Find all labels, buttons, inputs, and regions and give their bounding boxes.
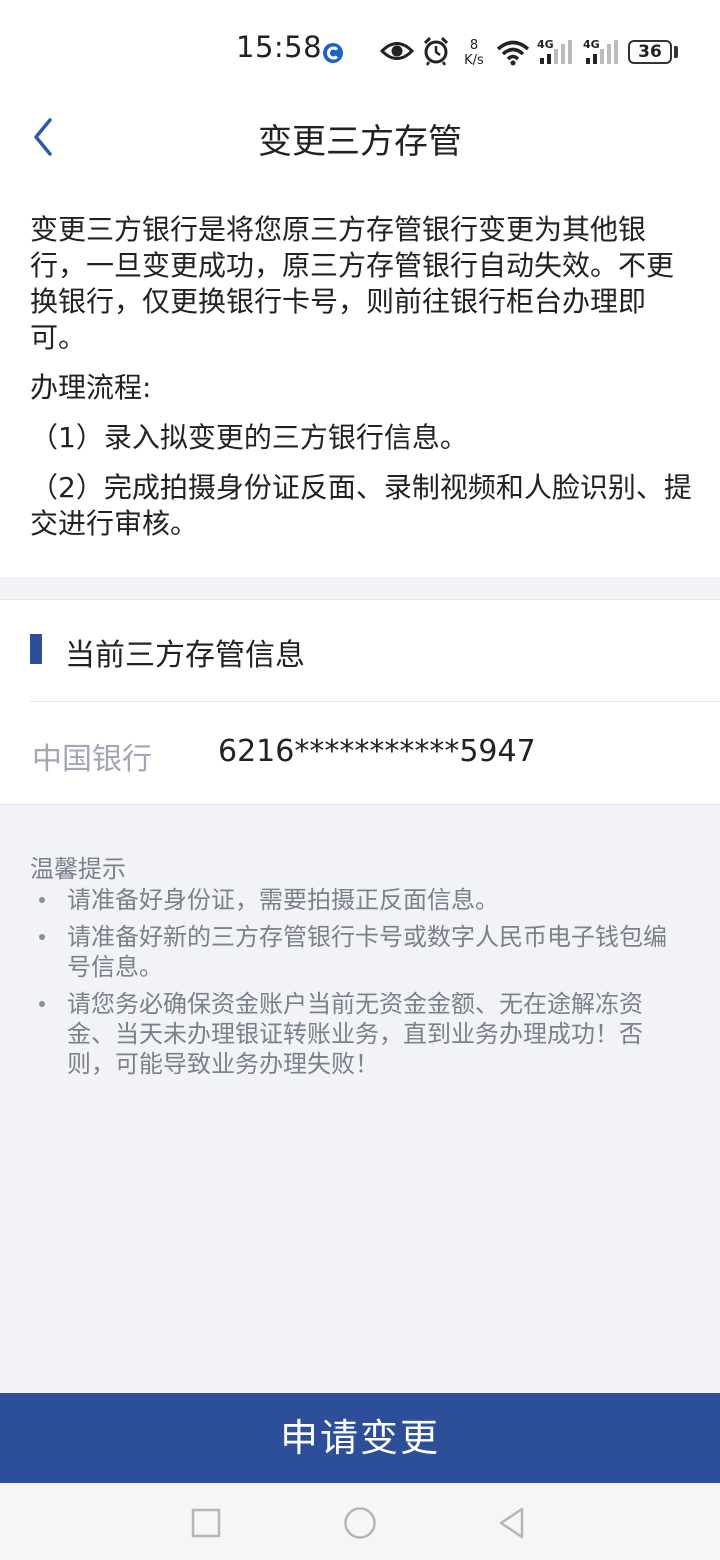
net-speed-unit: K/s	[464, 53, 484, 68]
signal-icon	[586, 40, 618, 64]
divider	[30, 701, 720, 702]
card-number: 6216***********5947	[218, 734, 536, 769]
battery-icon: 36	[628, 40, 672, 64]
tips-list: 请准备好身份证，需要拍摄正反面信息。 请准备好新的三方存管银行卡号或数字人民币电…	[30, 885, 690, 1086]
process-step: （2）完成拍摄身份证反面、录制视频和人脸识别、提交进行审核。	[30, 471, 692, 540]
browser-app-icon	[323, 43, 343, 63]
recent-apps-icon[interactable]	[190, 1507, 222, 1539]
section-title: 当前三方存管信息	[65, 638, 305, 673]
tips-section: 温馨提示 请准备好身份证，需要拍摄正反面信息。 请准备好新的三方存管银行卡号或数…	[0, 805, 720, 1393]
section-separator	[0, 577, 720, 600]
current-custody-card: 当前三方存管信息 中国银行 6216***********5947	[0, 600, 720, 805]
wifi-icon	[496, 40, 530, 66]
bullet-icon	[39, 934, 45, 940]
process-step: （1）录入拟变更的三方银行信息。	[30, 421, 468, 454]
intro-section: 变更三方银行是将您原三方存管银行变更为其他银行，一旦变更成功，原三方存管银行自动…	[30, 212, 695, 556]
net-speed: 8 K/s	[460, 38, 488, 68]
tip-text: 请准备好身份证，需要拍摄正反面信息。	[67, 886, 499, 914]
net-speed-value: 8	[469, 38, 479, 53]
apply-change-button[interactable]: 申请变更	[0, 1393, 720, 1483]
section-accent-bar	[30, 634, 42, 664]
bullet-icon	[39, 897, 45, 903]
back-icon[interactable]	[496, 1505, 528, 1541]
tip-item: 请准备好新的三方存管银行卡号或数字人民币电子钱包编号信息。	[30, 922, 690, 982]
home-icon[interactable]	[342, 1505, 378, 1541]
signal-icon	[540, 40, 572, 64]
status-bar: 15:58 8 K/s 4G 4G 36	[0, 0, 720, 100]
eye-icon	[380, 42, 414, 60]
status-time: 15:58	[236, 30, 323, 64]
system-nav-bar	[0, 1483, 720, 1560]
page-header: 变更三方存管	[0, 100, 720, 180]
bullet-icon	[39, 1001, 45, 1007]
alarm-icon	[423, 36, 449, 66]
tip-item: 请您务必确保资金账户当前无资金金额、无在途解冻资金、当天未办理银证转账业务，直到…	[30, 989, 690, 1079]
battery-tip	[674, 46, 678, 58]
page-title: 变更三方存管	[258, 122, 462, 162]
tip-item: 请准备好身份证，需要拍摄正反面信息。	[30, 885, 690, 915]
intro-paragraph: 变更三方银行是将您原三方存管银行变更为其他银行，一旦变更成功，原三方存管银行自动…	[30, 213, 675, 354]
tip-text: 请准备好新的三方存管银行卡号或数字人民币电子钱包编号信息。	[67, 923, 667, 981]
tips-title: 温馨提示	[30, 855, 126, 883]
bank-name: 中国银行	[32, 742, 152, 777]
process-label: 办理流程:	[30, 371, 152, 404]
tip-text: 请您务必确保资金账户当前无资金金额、无在途解冻资金、当天未办理银证转账业务，直到…	[67, 990, 643, 1078]
